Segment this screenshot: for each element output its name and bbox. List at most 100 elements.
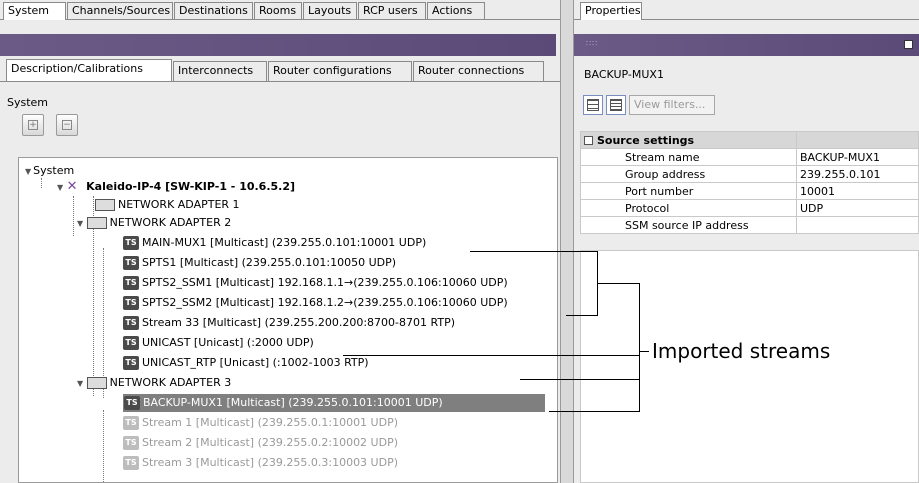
property-row[interactable]: SSM source IP address <box>580 216 919 234</box>
tab-router-configurations[interactable]: Router configurations <box>268 61 412 81</box>
imported-streams-annotation: Imported streams <box>652 339 831 363</box>
tree-node-adapter-3[interactable]: ▼ NETWORK ADAPTER 3 <box>77 376 231 391</box>
plus-icon: + <box>28 120 38 130</box>
tab-description-calibrations[interactable]: Description/Calibrations <box>6 59 172 81</box>
properties-title: BACKUP-MUX1 <box>584 68 664 81</box>
tree-node-label: UNICAST_RTP [Unicast] (:1002-1003 RTP) <box>142 356 369 369</box>
tree-node-stream[interactable]: TS SPTS1 [Multicast] (239.255.0.101:10050… <box>123 256 396 270</box>
collapse-icon <box>584 136 593 145</box>
properties-title-bar: ∷∷ <box>574 34 919 56</box>
tab-layouts[interactable]: Layouts <box>303 2 357 19</box>
tab-channels-sources[interactable]: Channels/Sources <box>67 2 173 19</box>
tree-node-stream[interactable]: TS SPTS2_SSM1 [Multicast] 192.168.1.1→(23… <box>123 276 508 290</box>
tree-node-stream[interactable]: TS UNICAST_RTP [Unicast] (:1002-1003 RTP) <box>123 356 369 370</box>
view-filters-button[interactable]: View filters... <box>629 95 715 115</box>
network-adapter-icon <box>86 217 107 229</box>
tab-router-connections[interactable]: Router connections <box>413 61 544 81</box>
tree-node-label: NETWORK ADAPTER 2 <box>109 216 232 229</box>
collapse-all-button[interactable]: − <box>56 114 78 136</box>
tree-node-adapter-1[interactable]: NETWORK ADAPTER 1 <box>95 198 240 212</box>
tree-node-label: Stream 1 [Multicast] (239.255.0.1:10001 … <box>142 416 399 429</box>
ts-icon: TS <box>123 336 139 350</box>
tree-node-label: BACKUP-MUX1 [Multicast] (239.255.0.101:1… <box>143 396 443 409</box>
categorized-view-button[interactable] <box>583 95 603 115</box>
ts-icon: TS <box>123 356 139 370</box>
ts-icon: TS <box>123 416 139 430</box>
network-adapter-icon <box>95 199 115 211</box>
tree-node-stream[interactable]: TS SPTS2_SSM2 [Multicast] 192.168.1.2→(23… <box>123 296 508 310</box>
section-header-blank <box>796 131 919 149</box>
tree-node-label: SPTS2_SSM1 [Multicast] 192.168.1.1→(239.… <box>142 276 508 289</box>
callout-line <box>343 355 640 356</box>
collapse-arrow-icon: ▼ <box>77 219 84 228</box>
gripper-icon: ∷∷ <box>586 39 599 48</box>
tree-node-stream[interactable]: TS Stream 1 [Multicast] (239.255.0.1:1000… <box>123 416 398 430</box>
property-name: Stream name <box>580 148 797 166</box>
tree-node-label: NETWORK ADAPTER 3 <box>109 376 232 389</box>
device-icon: ✕ <box>66 179 78 194</box>
property-row[interactable]: Group address 239.255.0.101 <box>580 165 919 183</box>
ts-icon: TS <box>123 436 139 450</box>
callout-line <box>639 351 649 352</box>
property-value[interactable]: 239.255.0.101 <box>796 165 919 183</box>
list-view-button[interactable] <box>606 95 626 115</box>
left-title-bar <box>0 34 556 56</box>
tab-rcp-users[interactable]: RCP users <box>358 2 426 19</box>
callout-line <box>470 251 598 252</box>
tree-node-stream[interactable]: TS Stream 33 [Multicast] (239.255.200.200… <box>123 316 455 330</box>
tab-interconnects[interactable]: Interconnects <box>173 61 267 81</box>
ts-icon: TS <box>123 296 139 310</box>
tree-node-label: Kaleido-IP-4 [SW-KIP-1 - 10.6.5.2] <box>86 180 296 193</box>
sub-tab-rule <box>0 81 560 82</box>
property-value[interactable]: 10001 <box>796 182 919 200</box>
expand-all-button[interactable]: + <box>22 114 44 136</box>
tree-node-stream[interactable]: TS Stream 2 [Multicast] (239.255.0.2:1000… <box>123 436 398 450</box>
tree-node-stream[interactable]: TS MAIN-MUX1 [Multicast] (239.255.0.101:1… <box>123 236 426 250</box>
tree-node-system[interactable]: ▼ System <box>25 164 74 179</box>
tab-destinations[interactable]: Destinations <box>174 2 253 19</box>
tree-node-device[interactable]: ▼ ✕ Kaleido-IP-4 [SW-KIP-1 - 10.6.5.2] <box>57 180 295 195</box>
tree-node-stream[interactable]: TS UNICAST [Unicast] (:2000 UDP) <box>123 336 314 350</box>
property-row[interactable]: Protocol UDP <box>580 199 919 217</box>
property-name: Protocol <box>580 199 797 217</box>
ts-icon: TS <box>123 316 139 330</box>
property-row[interactable]: Stream name BACKUP-MUX1 <box>580 148 919 166</box>
property-row[interactable]: Port number 10001 <box>580 182 919 200</box>
ts-icon: TS <box>124 396 140 410</box>
collapse-arrow-icon: ▼ <box>77 379 84 388</box>
callout-line <box>520 379 640 380</box>
list-icon <box>610 99 622 111</box>
property-value[interactable] <box>796 216 919 234</box>
properties-empty-area <box>580 250 919 483</box>
maximize-icon[interactable] <box>904 40 913 49</box>
source-settings-header[interactable]: Source settings <box>580 131 797 149</box>
property-value[interactable]: BACKUP-MUX1 <box>796 148 919 166</box>
tree-node-stream[interactable]: TS Stream 3 [Multicast] (239.255.0.3:1000… <box>123 456 398 470</box>
tab-actions[interactable]: Actions <box>427 2 485 19</box>
properties-grid: Source settings Stream name BACKUP-MUX1 … <box>580 131 919 234</box>
tree-node-label: SPTS1 [Multicast] (239.255.0.101:10050 U… <box>142 256 397 269</box>
section-header[interactable]: Source settings <box>580 131 919 149</box>
ts-icon: TS <box>123 456 139 470</box>
ts-icon: TS <box>123 256 139 270</box>
tree-node-label: UNICAST [Unicast] (:2000 UDP) <box>142 336 314 349</box>
system-tree[interactable]: ▼ System ▼ ✕ Kaleido-IP-4 [SW-KIP-1 - 10.… <box>18 157 558 483</box>
tree-line <box>41 178 42 188</box>
tree-line <box>73 196 74 236</box>
tab-rooms[interactable]: Rooms <box>254 2 302 19</box>
tree-node-label: SPTS2_SSM2 [Multicast] 192.168.1.2→(239.… <box>142 296 508 309</box>
tree-node-stream-selected[interactable]: TS BACKUP-MUX1 [Multicast] (239.255.0.101… <box>123 394 545 412</box>
tab-system[interactable]: System <box>3 2 66 20</box>
tree-node-adapter-2[interactable]: ▼ NETWORK ADAPTER 2 <box>77 216 231 231</box>
tree-node-label: Stream 33 [Multicast] (239.255.200.200:8… <box>142 316 456 329</box>
network-adapter-icon <box>86 377 107 389</box>
tab-properties[interactable]: Properties <box>580 2 642 20</box>
minus-icon: − <box>62 120 72 130</box>
tab-bar-rule <box>0 19 560 20</box>
property-value[interactable]: UDP <box>796 199 919 217</box>
system-label: System <box>7 96 49 109</box>
property-name: Port number <box>580 182 797 200</box>
collapse-arrow-icon: ▼ <box>57 183 64 192</box>
property-name: Group address <box>580 165 797 183</box>
property-name: SSM source IP address <box>580 216 797 234</box>
